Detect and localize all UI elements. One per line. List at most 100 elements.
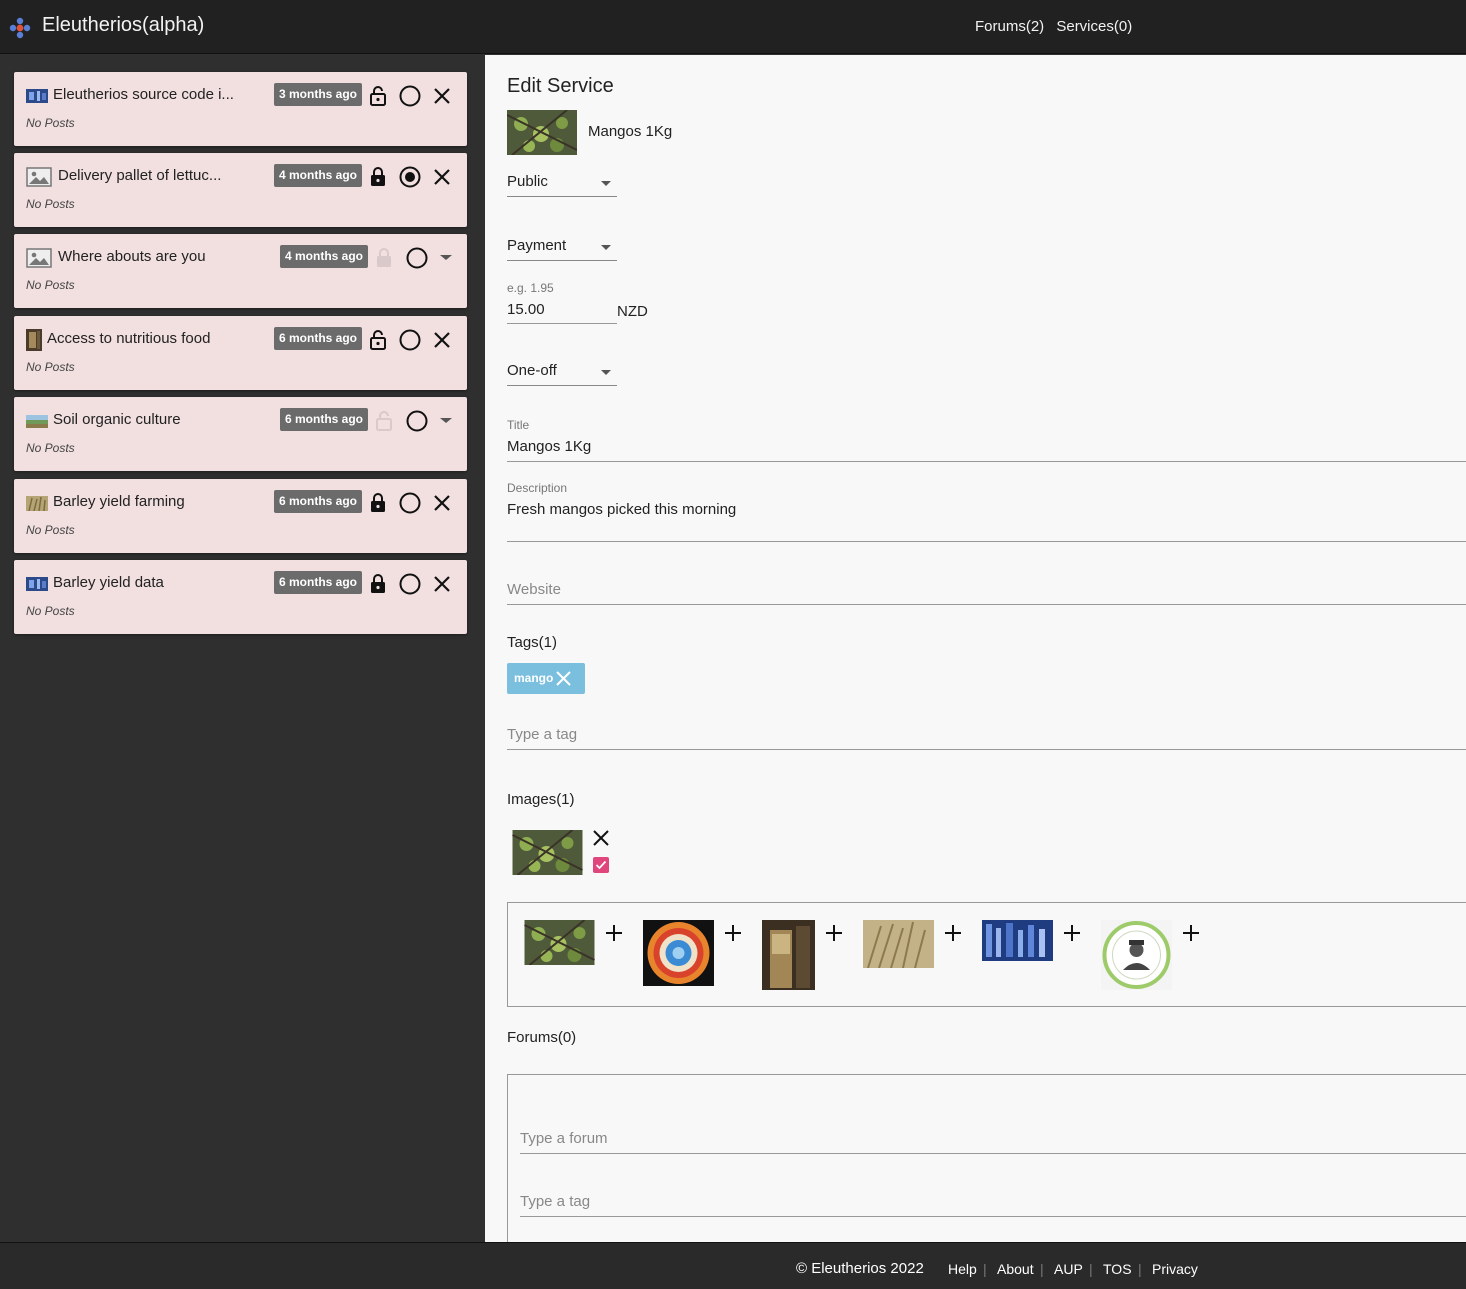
forum-card[interactable]: Delivery pallet of lettuc... 4 months ag…: [14, 153, 467, 227]
add-image-icon[interactable]: [1063, 924, 1081, 942]
chevron-down-icon: [601, 181, 611, 186]
top-bar: Eleutherios(alpha) Forums(2) Services(0): [0, 0, 1466, 54]
lock-open-icon[interactable]: [366, 328, 390, 352]
doorway-image-icon: [762, 920, 815, 990]
footer-separator: |: [1089, 1261, 1093, 1277]
footer: © Eleutherios 2022 Help | About | AUP | …: [0, 1242, 1466, 1289]
forum-card[interactable]: Eleutherios source code i... 3 months ag…: [14, 72, 467, 146]
images-heading: Images(1): [507, 791, 575, 808]
card-title[interactable]: Delivery pallet of lettuc...: [58, 167, 221, 184]
payment-select[interactable]: Payment: [507, 237, 617, 261]
radio-unchecked-icon[interactable]: [405, 409, 429, 433]
radio-unchecked-icon[interactable]: [398, 84, 422, 108]
service-name: Mangos 1Kg: [588, 123, 673, 140]
copyright: © Eleutherios 2022: [796, 1260, 924, 1277]
tag-input[interactable]: Type a tag: [507, 726, 577, 743]
chevron-down-icon[interactable]: [434, 409, 458, 433]
hire-my-farmer-image-icon: [1101, 920, 1172, 990]
close-icon[interactable]: [430, 84, 454, 108]
forum-card[interactable]: Barley yield farming 6 months ago No Pos…: [14, 479, 467, 553]
website-input[interactable]: Website: [507, 581, 561, 598]
time-badge: 6 months ago: [280, 408, 369, 431]
radio-unchecked-icon[interactable]: [405, 246, 429, 270]
add-image-icon[interactable]: [605, 924, 623, 942]
wheat-image-icon: [863, 920, 934, 968]
payment-value: Payment: [507, 237, 567, 254]
radio-checked-icon[interactable]: [398, 165, 422, 189]
forum-picker: Type a forum Type a tag: [507, 1074, 1466, 1254]
tag-chip[interactable]: mango: [507, 663, 585, 694]
checkbox-checked-icon[interactable]: [593, 857, 609, 873]
remove-tag-icon[interactable]: [555, 670, 572, 687]
description-input[interactable]: Fresh mangos picked this morning: [507, 501, 736, 518]
close-icon[interactable]: [430, 572, 454, 596]
nav-forums-link[interactable]: Forums(2): [975, 18, 1044, 35]
amount-input[interactable]: 15.00: [507, 301, 545, 318]
time-badge: 6 months ago: [274, 490, 363, 513]
time-badge: 3 months ago: [274, 83, 363, 106]
frequency-value: One-off: [507, 362, 557, 379]
website-underline: [507, 604, 1466, 605]
frequency-select[interactable]: One-off: [507, 362, 617, 386]
chevron-down-icon[interactable]: [434, 246, 458, 270]
radio-unchecked-icon[interactable]: [398, 328, 422, 352]
title-underline: [507, 461, 1466, 462]
image-placeholder-icon: [26, 248, 52, 268]
blue-pattern-image-icon: [982, 920, 1053, 961]
footer-link-help[interactable]: Help: [948, 1261, 977, 1277]
card-title[interactable]: Barley yield data: [53, 574, 164, 591]
visibility-value: Public: [507, 173, 548, 190]
radio-unchecked-icon[interactable]: [398, 491, 422, 515]
card-posts: No Posts: [26, 116, 75, 130]
close-icon[interactable]: [430, 491, 454, 515]
footer-link-privacy[interactable]: Privacy: [1152, 1261, 1198, 1277]
close-icon[interactable]: [430, 328, 454, 352]
currency-label: NZD: [617, 303, 648, 320]
footer-link-aup[interactable]: AUP: [1054, 1261, 1083, 1277]
add-image-icon[interactable]: [944, 924, 962, 942]
app-logo-icon[interactable]: [8, 16, 32, 40]
description-underline: [507, 541, 1466, 542]
radio-unchecked-icon[interactable]: [398, 572, 422, 596]
remove-image-icon[interactable]: [592, 829, 610, 847]
app-title[interactable]: Eleutherios(alpha): [42, 14, 204, 37]
image-gallery: [507, 902, 1466, 1007]
lock-closed-icon[interactable]: [366, 572, 390, 596]
sidebar: Eleutherios source code i... 3 months ag…: [0, 55, 485, 1242]
lock-closed-icon[interactable]: [366, 165, 390, 189]
forum-tag-underline: [520, 1216, 1466, 1217]
footer-separator: |: [1138, 1261, 1142, 1277]
time-badge: 6 months ago: [274, 571, 363, 594]
forum-card[interactable]: Soil organic culture 6 months ago No Pos…: [14, 397, 467, 471]
lock-open-icon[interactable]: [366, 84, 390, 108]
forum-card[interactable]: Access to nutritious food 6 months ago N…: [14, 316, 467, 390]
title-input[interactable]: Mangos 1Kg: [507, 438, 591, 455]
footer-link-about[interactable]: About: [997, 1261, 1034, 1277]
forum-card[interactable]: Barley yield data 6 months ago No Posts: [14, 560, 467, 634]
forum-card[interactable]: Where abouts are you 4 months ago No Pos…: [14, 234, 467, 308]
forum-tag-input[interactable]: Type a tag: [520, 1193, 590, 1210]
card-title[interactable]: Where abouts are you: [58, 248, 206, 265]
footer-link-tos[interactable]: TOS: [1103, 1261, 1132, 1277]
add-image-icon[interactable]: [825, 924, 843, 942]
blue-image-icon: [26, 577, 48, 591]
close-icon[interactable]: [430, 165, 454, 189]
barley-image-icon: [26, 496, 48, 511]
card-title[interactable]: Barley yield farming: [53, 493, 185, 510]
lock-closed-icon[interactable]: [366, 491, 390, 515]
card-title[interactable]: Access to nutritious food: [47, 330, 210, 347]
card-title[interactable]: Soil organic culture: [53, 411, 181, 428]
lock-disabled-icon: [377, 248, 391, 267]
visibility-select[interactable]: Public: [507, 173, 617, 197]
card-title[interactable]: Eleutherios source code i...: [53, 86, 234, 103]
add-image-icon[interactable]: [1182, 924, 1200, 942]
top-nav: Forums(2) Services(0): [975, 18, 1140, 35]
nav-services-link[interactable]: Services(0): [1056, 18, 1132, 35]
add-image-icon[interactable]: [724, 924, 742, 942]
forum-input[interactable]: Type a forum: [520, 1130, 608, 1147]
tag-chip-label: mango: [514, 671, 554, 685]
amount-underline: [507, 323, 617, 324]
card-posts: No Posts: [26, 523, 75, 537]
service-image-icon: [507, 110, 577, 155]
footer-separator: |: [1040, 1261, 1044, 1277]
